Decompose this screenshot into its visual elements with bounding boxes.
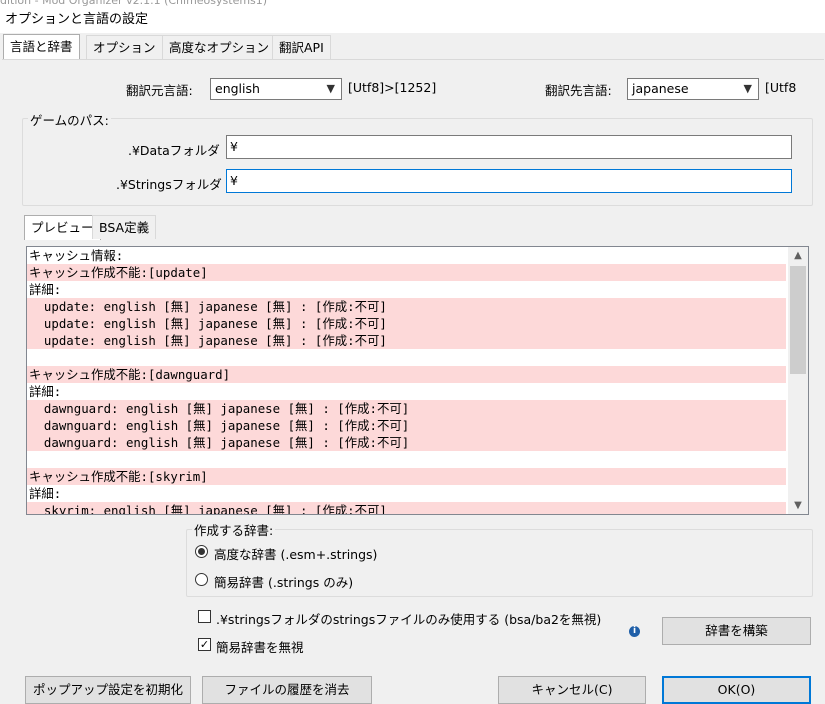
- game-paths-label: ゲームのパス:: [28, 110, 111, 129]
- strings-folder-input[interactable]: ¥: [226, 169, 792, 193]
- window-title: オプションと言語の設定: [0, 7, 825, 33]
- data-folder-input[interactable]: ¥: [226, 135, 792, 159]
- scroll-thumb[interactable]: [790, 266, 806, 374]
- chevron-down-icon: ▼: [743, 82, 752, 95]
- preview-line: キャッシュ情報:: [29, 248, 124, 263]
- data-folder-label: .¥Dataフォルダ: [128, 143, 220, 158]
- preview-line: キャッシュ作成不能:[dawnguard]: [27, 366, 786, 383]
- target-language-label: 翻訳先言語:: [545, 83, 612, 98]
- build-dictionary-button[interactable]: 辞書を構築: [662, 617, 811, 645]
- source-language-label: 翻訳元言語:: [126, 83, 193, 98]
- chevron-down-icon: ▼: [326, 82, 335, 95]
- source-language-select[interactable]: english ▼: [210, 78, 342, 100]
- target-encoding: [Utf8: [765, 80, 797, 95]
- cancel-button[interactable]: キャンセル(C): [498, 676, 646, 704]
- radio-simple-dictionary[interactable]: [195, 573, 208, 586]
- dictionary-group-label: 作成する辞書:: [192, 520, 276, 539]
- preview-lines: キャッシュ情報: キャッシュ作成不能:[update] 詳細: update: en…: [27, 247, 786, 514]
- tab-preview[interactable]: プレビュー: [24, 215, 101, 240]
- source-encoding: [Utf8]>[1252]: [348, 80, 437, 95]
- preview-line: update: english [無] japanese [無] : [作成:不…: [27, 315, 786, 332]
- preview-line: [27, 349, 786, 366]
- preview-line: dawnguard: english [無] japanese [無] : [作…: [27, 434, 786, 451]
- tab-language-dictionary[interactable]: 言語と辞書: [3, 34, 80, 61]
- chevron-up-icon[interactable]: ▲: [788, 247, 808, 264]
- strings-only-label: .¥stringsフォルダのstringsファイルのみ使用する (bsa/ba2…: [216, 612, 602, 627]
- preview-line: キャッシュ作成不能:[skyrim]: [27, 468, 786, 485]
- strings-only-checkbox[interactable]: [198, 610, 211, 623]
- target-language-value: japanese: [632, 81, 689, 96]
- preview-line: 詳細:: [29, 486, 62, 501]
- preview-scrollbar[interactable]: ▲ ▼: [788, 247, 808, 514]
- preview-line: update: english [無] japanese [無] : [作成:不…: [27, 332, 786, 349]
- preview-line: 詳細:: [29, 282, 62, 297]
- info-icon[interactable]: i: [629, 626, 640, 637]
- target-language-select[interactable]: japanese ▼: [627, 78, 759, 100]
- preview-line: skyrim: english [無] japanese [無] : [作成:不…: [27, 502, 786, 514]
- clear-file-history-button[interactable]: ファイルの履歴を消去: [202, 676, 372, 704]
- advanced-dictionary-label: 高度な辞書 (.esm+.strings): [214, 547, 378, 562]
- reset-popup-settings-button[interactable]: ポップアップ設定を初期化: [25, 676, 191, 704]
- tab-advanced-options[interactable]: 高度なオプション: [162, 35, 277, 60]
- tab-bsa-definitions[interactable]: BSA定義: [92, 215, 157, 239]
- background-window-text: dition - Mod Organizer v2.1.1 (Chimeosys…: [0, 0, 825, 7]
- source-language-value: english: [215, 81, 260, 96]
- simple-dictionary-label: 簡易辞書 (.strings のみ): [214, 575, 354, 590]
- preview-text-area[interactable]: キャッシュ情報: キャッシュ作成不能:[update] 詳細: update: en…: [26, 246, 809, 515]
- radio-advanced-dictionary[interactable]: [195, 545, 208, 558]
- preview-line: [27, 451, 786, 468]
- preview-line: update: english [無] japanese [無] : [作成:不…: [27, 298, 786, 315]
- chevron-down-icon[interactable]: ▼: [788, 497, 808, 514]
- ignore-simple-checkbox[interactable]: ✓: [198, 638, 211, 651]
- tab-translation-api[interactable]: 翻訳API: [272, 35, 331, 60]
- preview-line: キャッシュ作成不能:[update]: [27, 264, 786, 281]
- preview-line: 詳細:: [29, 384, 62, 399]
- preview-line: dawnguard: english [無] japanese [無] : [作…: [27, 417, 786, 434]
- tab-options[interactable]: オプション: [86, 35, 163, 60]
- ok-button[interactable]: OK(O): [662, 676, 811, 704]
- ignore-simple-label: 簡易辞書を無視: [216, 640, 304, 655]
- preview-line: dawnguard: english [無] japanese [無] : [作…: [27, 400, 786, 417]
- strings-folder-label: .¥Stringsフォルダ: [116, 177, 222, 192]
